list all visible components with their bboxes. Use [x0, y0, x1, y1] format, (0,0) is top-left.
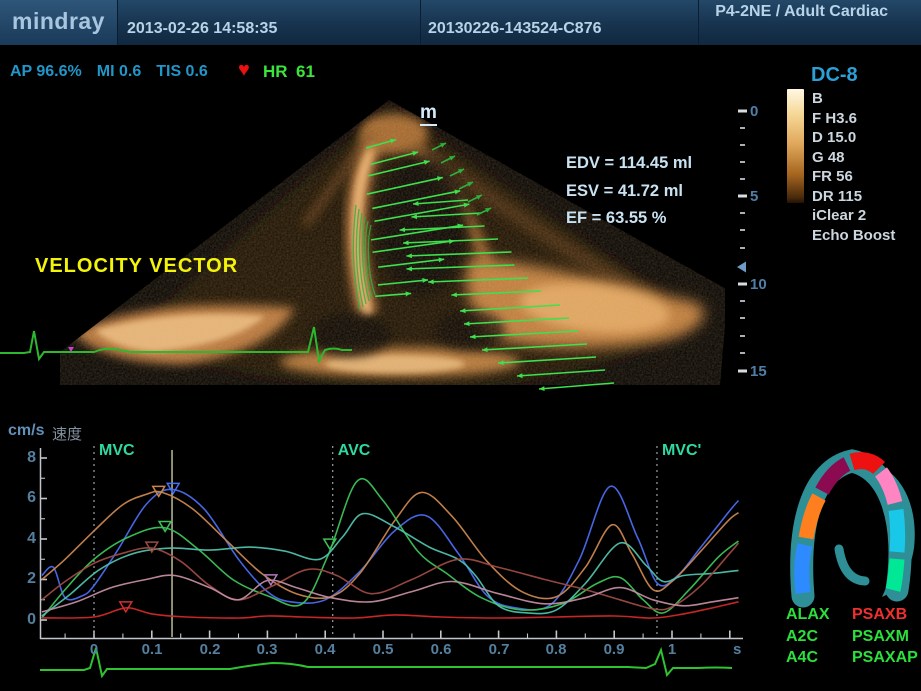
depth-label: 10: [750, 276, 767, 293]
orientation-marker: m: [420, 103, 437, 126]
view-label-alax[interactable]: ALAX: [786, 606, 830, 624]
ultrasound-sector-image: [60, 100, 725, 390]
mi-value: MI 0.6: [97, 63, 141, 81]
param-mode[interactable]: B: [812, 89, 895, 109]
velocity-chart: [40, 446, 743, 639]
event-label-avc: AVC: [338, 442, 371, 460]
depth-label: 5: [750, 188, 758, 205]
y-axis-title-cn: 速度: [52, 423, 82, 444]
x-tick-label: 0.9: [604, 641, 625, 658]
event-label-mvc: MVC: [99, 442, 135, 460]
hr-label: HR: [263, 62, 288, 82]
imaging-parameters: B F H3.6 D 15.0 G 48 FR 56 DR 115 iClear…: [812, 89, 895, 245]
param-echoboost[interactable]: Echo Boost: [812, 226, 895, 246]
x-axis-unit: s: [733, 641, 741, 658]
x-tick-label: 0: [90, 641, 98, 658]
view-label-a4c[interactable]: A4C: [786, 649, 818, 667]
system-model: DC-8: [811, 64, 858, 87]
x-tick-label: 0.2: [200, 641, 221, 658]
param-iclear[interactable]: iClear 2: [812, 206, 895, 226]
x-tick-label: 0.6: [431, 641, 452, 658]
view-label-a2c[interactable]: A2C: [786, 628, 818, 646]
acoustic-status: AP 96.6% MI 0.6 TIS 0.6: [10, 63, 208, 81]
x-tick-label: 0.1: [142, 641, 163, 658]
x-tick-label: 0.3: [257, 641, 278, 658]
title-bar: mindray 2013-02-26 14:58:35 20130226-143…: [0, 0, 921, 45]
param-gain[interactable]: G 48: [812, 148, 895, 168]
ap-value: AP 96.6%: [10, 63, 82, 81]
x-tick-label: 0.8: [546, 641, 567, 658]
segment-diagram: [802, 461, 915, 597]
mode-label: VELOCITY VECTOR: [35, 255, 238, 278]
param-dr[interactable]: DR 115: [812, 187, 895, 207]
view-label-psaxb[interactable]: PSAXB: [852, 606, 907, 624]
y-tick-label: 8: [12, 449, 36, 467]
param-fr[interactable]: FR 56: [812, 167, 895, 187]
mindray-logo: mindray: [0, 0, 118, 45]
y-tick-label: 6: [12, 489, 36, 507]
x-tick-label: 0.4: [315, 641, 336, 658]
param-freq[interactable]: F H3.6: [812, 109, 895, 129]
view-label-psaxap[interactable]: PSAXAP: [852, 649, 918, 667]
x-tick-label: 1: [668, 641, 676, 658]
depth-label: 0: [750, 103, 758, 120]
patient-id: 20130226-143524-C876: [428, 20, 601, 38]
probe-preset[interactable]: P4-2NE / Adult Cardiac: [715, 3, 888, 21]
x-tick-label: 0.7: [489, 641, 510, 658]
ef-value: EF = 63.55 %: [566, 205, 692, 233]
depth-label: 15: [750, 363, 767, 380]
event-label-mvc2: MVC': [662, 442, 701, 460]
y-tick-label: 2: [12, 570, 36, 588]
hr-value: 61: [296, 62, 315, 82]
esv-value: ESV = 41.72 ml: [566, 178, 692, 206]
depth-ruler: [737, 110, 747, 373]
param-depth[interactable]: D 15.0: [812, 128, 895, 148]
heart-icon: ♥: [238, 60, 250, 80]
y-tick-label: 0: [12, 611, 36, 629]
y-axis-unit: cm/s: [8, 422, 44, 440]
view-label-psaxm[interactable]: PSAXM: [852, 628, 909, 646]
grayscale-colorbar: [787, 89, 804, 203]
y-tick-label: 4: [12, 530, 36, 548]
tis-value: TIS 0.6: [156, 63, 208, 81]
measurement-results: EDV = 114.45 ml ESV = 41.72 ml EF = 63.5…: [566, 150, 692, 233]
datetime: 2013-02-26 14:58:35: [127, 20, 277, 38]
graphics-layer: [0, 0, 921, 691]
edv-value: EDV = 114.45 ml: [566, 150, 692, 178]
divider: [698, 0, 699, 45]
x-tick-label: 0.5: [373, 641, 394, 658]
divider: [420, 0, 421, 45]
